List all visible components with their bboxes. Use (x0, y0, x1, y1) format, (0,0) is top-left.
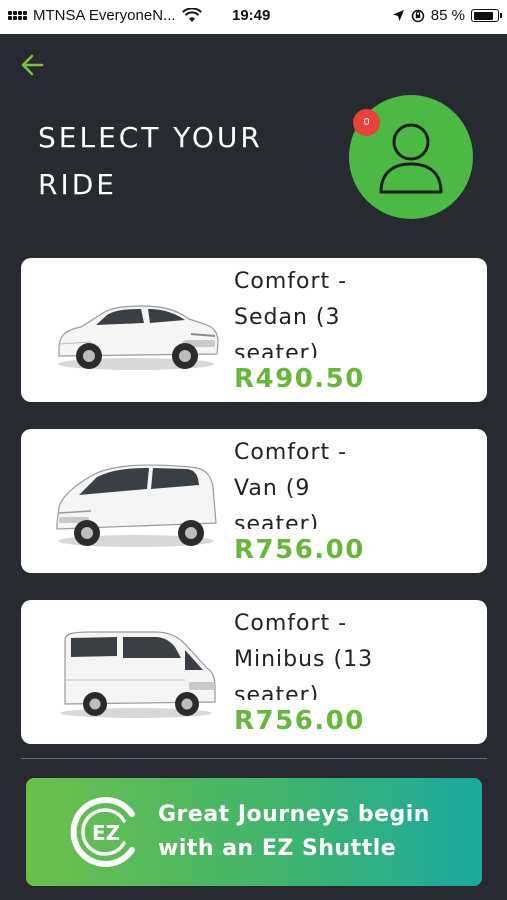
status-time: 19:49 (232, 7, 271, 24)
location-arrow-icon (392, 10, 404, 21)
battery-icon (471, 9, 502, 22)
status-left: MTNSA EveryoneN... (8, 7, 202, 24)
ez-shuttle-banner[interactable]: EZ Great Journeys begin with an EZ Shutt… (26, 778, 482, 886)
status-bar: MTNSA EveryoneN... 19:49 85 % (0, 0, 507, 34)
sedan-car-image (58, 305, 219, 370)
signal-icon (8, 11, 27, 20)
user-icon (379, 123, 443, 194)
page-title: SELECT YOUR RIDE (38, 121, 263, 201)
back-arrow-icon (21, 54, 44, 76)
ride-price: R490.50 (234, 364, 365, 390)
ride-name: Comfort - Van (9 seater) (234, 440, 348, 529)
banner-tagline: Great Journeys begin with an EZ Shuttle (158, 802, 430, 861)
status-right: 85 % (392, 7, 502, 24)
ez-logo-text: EZ (92, 821, 120, 845)
back-button[interactable] (18, 50, 50, 80)
wifi-icon (181, 8, 202, 22)
carrier-name: MTNSA EveryoneN... (33, 7, 176, 24)
minibus-image (60, 631, 216, 718)
van-image (56, 464, 217, 547)
ride-name: Comfort - Sedan (3 seater) (234, 269, 348, 358)
orientation-lock-icon (411, 9, 425, 22)
ride-option-sedan[interactable]: Comfort - Sedan (3 seater) R490.50 (21, 258, 487, 402)
ride-name: Comfort - Minibus (13 seater) (234, 611, 374, 700)
ride-price: R756.00 (234, 706, 365, 732)
divider (21, 758, 487, 759)
notification-badge: 0 (353, 109, 380, 136)
battery-percentage: 85 % (430, 7, 465, 24)
ride-option-minibus[interactable]: Comfort - Minibus (13 seater) R756.00 (21, 600, 487, 744)
ride-price: R756.00 (234, 535, 365, 561)
ez-logo: EZ (70, 797, 135, 867)
ride-option-van[interactable]: Comfort - Van (9 seater) R756.00 (21, 429, 487, 573)
